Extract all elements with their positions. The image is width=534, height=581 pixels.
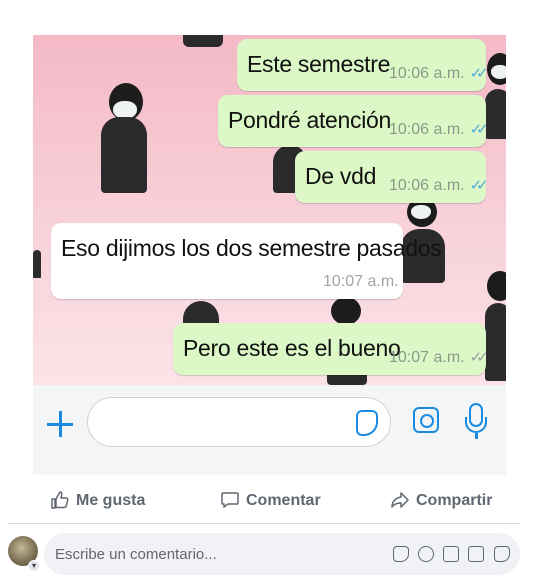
read-receipt-icon: ✓✓ bbox=[469, 121, 489, 138]
message-text: Pondré atención bbox=[228, 107, 392, 133]
chat-message-outgoing: Este semestre 10:06 a.m. ✓✓ bbox=[237, 39, 489, 91]
message-time: 10:07 a.m. bbox=[323, 273, 399, 290]
gif-icon[interactable] bbox=[468, 546, 484, 562]
message-input[interactable] bbox=[87, 397, 391, 447]
camera-icon[interactable] bbox=[443, 546, 459, 562]
chat-message-outgoing: Pondré atención 10:06 a.m. ✓✓ bbox=[218, 95, 489, 147]
message-time: 10:06 a.m. bbox=[389, 177, 465, 194]
chat-wallpaper: Este semestre 10:06 a.m. ✓✓ Pondré atenci… bbox=[33, 35, 506, 385]
wallpaper-figure bbox=[183, 35, 243, 49]
comment-label: Comentar bbox=[246, 492, 321, 509]
wallpaper-figure bbox=[91, 83, 161, 193]
message-time: 10:06 a.m. bbox=[389, 121, 465, 138]
read-receipt-icon: ✓✓ bbox=[469, 177, 489, 194]
chat-message-outgoing: Pero este es el bueno 10:07 a.m. ✓✓ bbox=[173, 323, 489, 375]
message-meta: 10:07 a.m. ✓✓ bbox=[389, 348, 489, 367]
sticker-face-icon[interactable] bbox=[494, 546, 510, 562]
shared-screenshot: Este semestre 10:06 a.m. ✓✓ Pondré atenci… bbox=[33, 35, 506, 475]
thumbs-up-icon bbox=[51, 491, 69, 509]
comment-placeholder: Escribe un comentario... bbox=[55, 546, 217, 563]
post-action-bar: Me gusta Comentar Compartir bbox=[0, 476, 534, 524]
message-time: 10:06 a.m. bbox=[389, 65, 465, 82]
message-text: Eso dijimos los dos semestre pasados bbox=[61, 235, 442, 261]
sticker-icon[interactable] bbox=[356, 410, 378, 436]
message-text: Este semestre bbox=[247, 51, 391, 77]
chat-composer bbox=[33, 385, 506, 475]
message-meta: 10:06 a.m. ✓✓ bbox=[389, 176, 489, 195]
message-meta: 10:06 a.m. ✓✓ bbox=[389, 64, 489, 83]
share-arrow-icon bbox=[391, 492, 409, 508]
chat-message-outgoing: De vdd 10:06 a.m. ✓✓ bbox=[295, 151, 489, 203]
divider bbox=[8, 523, 520, 524]
wallpaper-figure bbox=[483, 35, 506, 155]
chat-message-incoming: Eso dijimos los dos semestre pasados 10:… bbox=[51, 223, 442, 299]
message-text: De vdd bbox=[305, 163, 377, 189]
plus-icon[interactable] bbox=[47, 405, 73, 441]
wallpaper-figure bbox=[33, 250, 45, 280]
message-time: 10:07 a.m. bbox=[389, 349, 465, 366]
comment-input[interactable]: Escribe un comentario... bbox=[44, 533, 520, 575]
chevron-down-icon[interactable]: ▾ bbox=[28, 560, 40, 572]
comment-bubble-icon bbox=[221, 492, 239, 508]
read-receipt-icon: ✓✓ bbox=[469, 65, 489, 82]
emoji-icon[interactable] bbox=[418, 546, 434, 562]
like-label: Me gusta bbox=[76, 492, 146, 509]
delivered-receipt-icon: ✓✓ bbox=[469, 349, 489, 366]
share-label: Compartir bbox=[416, 492, 493, 509]
sticker-icon[interactable] bbox=[393, 546, 409, 562]
message-meta: 10:06 a.m. ✓✓ bbox=[389, 120, 489, 139]
message-text: Pero este es el bueno bbox=[183, 335, 401, 361]
camera-icon[interactable] bbox=[413, 407, 439, 433]
